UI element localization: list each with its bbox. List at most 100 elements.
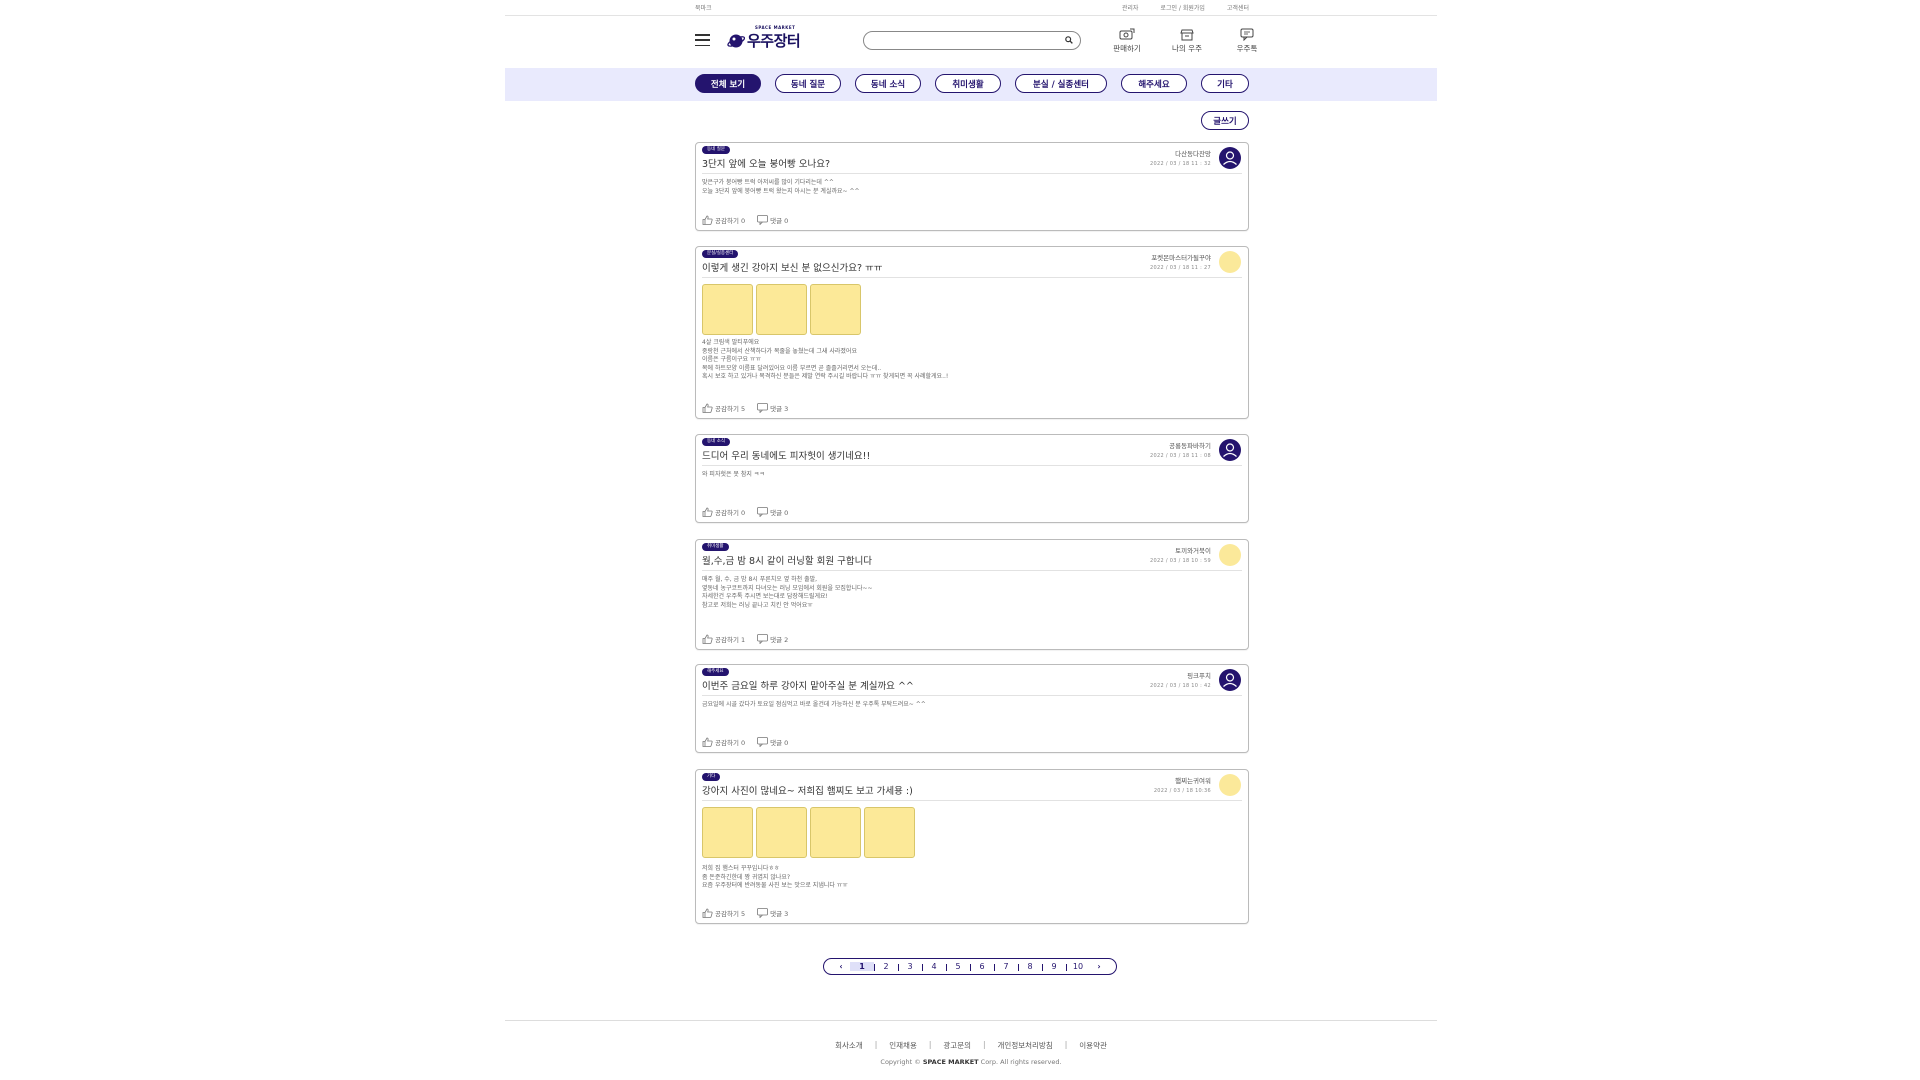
post-card[interactable]: 해주세요 이번주 금요일 하루 강아지 맡아주실 분 계실까요 ^^ 핑크푸치 2… bbox=[695, 664, 1249, 753]
post-author: 토끼와거북이 bbox=[1175, 547, 1211, 555]
prev-page-button[interactable]: ‹ bbox=[832, 962, 850, 971]
category-news[interactable]: 동네 소식 bbox=[855, 74, 921, 93]
thumbs-up-icon bbox=[702, 908, 713, 918]
post-image[interactable] bbox=[702, 284, 753, 335]
post-card[interactable]: 동네 질문 3단지 앞에 오늘 붕어빵 오나요? 다산동다잔망 2022 / 03… bbox=[695, 142, 1249, 231]
write-button[interactable]: 글쓰기 bbox=[1201, 111, 1249, 130]
comment-button[interactable]: 댓글 0 bbox=[757, 507, 788, 517]
post-date: 2022 / 03 / 18 11 : 27 bbox=[1150, 265, 1211, 271]
my-space-icon bbox=[1180, 29, 1194, 41]
category-requests[interactable]: 해주세요 bbox=[1121, 74, 1187, 93]
page: 북마크 관리자 로그인 / 회원가입 고객센터 SPACE MARKET 우주장… bbox=[505, 0, 1437, 1080]
menu-icon[interactable] bbox=[695, 34, 710, 46]
post-title[interactable]: 3단지 앞에 오늘 붕어빵 오나요? bbox=[702, 156, 830, 170]
post-title[interactable]: 월,수,금 밤 8시 같이 러닝할 회원 구합니다 bbox=[702, 553, 872, 567]
thumbs-up-icon bbox=[702, 507, 713, 517]
next-page-button[interactable]: › bbox=[1090, 962, 1108, 971]
comment-button[interactable]: 댓글 0 bbox=[757, 215, 788, 225]
like-button[interactable]: 공감하기 5 bbox=[702, 908, 745, 918]
footer-divider bbox=[505, 1020, 1437, 1021]
category-questions[interactable]: 동네 질문 bbox=[775, 74, 841, 93]
post-card[interactable]: 분실/실종센터 이렇게 생긴 강아지 보신 분 없으신가요? ㅠㅠ 포켓몬마스터… bbox=[695, 246, 1249, 419]
page-1[interactable]: 1 bbox=[850, 962, 874, 971]
comment-button[interactable]: 댓글 3 bbox=[757, 403, 788, 413]
utility-links: 관리자 로그인 / 회원가입 고객센터 bbox=[1122, 3, 1249, 12]
comment-count: 댓글 0 bbox=[770, 739, 789, 747]
post-title[interactable]: 드디어 우리 동네에도 피자헛이 생기네요!! bbox=[702, 448, 870, 462]
logo-title: 우주장터 bbox=[747, 32, 801, 50]
page-9[interactable]: 9 bbox=[1042, 962, 1066, 971]
thumbs-up-icon bbox=[702, 634, 713, 644]
page-7[interactable]: 7 bbox=[994, 962, 1018, 971]
my-space-label: 나의 우주 bbox=[1172, 44, 1202, 53]
post-image[interactable] bbox=[756, 284, 807, 335]
page-5[interactable]: 5 bbox=[946, 962, 970, 971]
search-box bbox=[863, 31, 1081, 52]
avatar bbox=[1219, 251, 1241, 273]
avatar bbox=[1219, 439, 1241, 461]
like-button[interactable]: 공감하기 5 bbox=[702, 403, 745, 413]
page-10[interactable]: 10 bbox=[1066, 962, 1090, 971]
post-body: 4살 크림색 말티푸에요 중랑천 근처에서 산책하다가 목줄을 놓쳤는데 그새 … bbox=[702, 339, 949, 380]
like-button[interactable]: 공감하기 0 bbox=[702, 215, 745, 225]
comment-button[interactable]: 댓글 3 bbox=[757, 908, 788, 918]
post-tag: 동네 소식 bbox=[702, 438, 730, 446]
like-count: 공감하기 0 bbox=[715, 739, 746, 747]
footer-link-careers[interactable]: 인재채용 bbox=[889, 1040, 917, 1051]
category-etc[interactable]: 기타 bbox=[1201, 74, 1249, 93]
page-3[interactable]: 3 bbox=[898, 962, 922, 971]
post-author: 공룡동파바하기 bbox=[1169, 442, 1211, 450]
category-all[interactable]: 전체 보기 bbox=[695, 74, 761, 93]
like-count: 공감하기 0 bbox=[715, 509, 746, 517]
post-image[interactable] bbox=[810, 284, 861, 335]
comment-button[interactable]: 댓글 0 bbox=[757, 737, 788, 747]
page-2[interactable]: 2 bbox=[874, 962, 898, 971]
post-title[interactable]: 이렇게 생긴 강아지 보신 분 없으신가요? ㅠㅠ bbox=[702, 260, 882, 274]
comment-icon bbox=[757, 908, 769, 918]
footer-link-ads[interactable]: 광고문의 bbox=[943, 1040, 971, 1051]
avatar bbox=[1219, 774, 1241, 796]
logo[interactable]: SPACE MARKET 우주장터 bbox=[727, 25, 801, 51]
admin-link[interactable]: 관리자 bbox=[1122, 3, 1139, 12]
post-card[interactable]: 취미생활 월,수,금 밤 8시 같이 러닝할 회원 구합니다 토끼와거북이 202… bbox=[695, 539, 1249, 650]
my-space-button[interactable]: 나의 우주 bbox=[1157, 28, 1217, 54]
post-image[interactable] bbox=[702, 807, 753, 858]
search-icon[interactable] bbox=[1065, 36, 1073, 44]
post-body: 금요일에 시골 갔다가 토요일 점심먹고 바로 올건데 가능하신 분 우주톡 부… bbox=[702, 701, 926, 708]
page-8[interactable]: 8 bbox=[1018, 962, 1042, 971]
comment-icon bbox=[757, 737, 769, 747]
footer-link-privacy[interactable]: 개인정보처리방침 bbox=[998, 1040, 1053, 1051]
search-input[interactable] bbox=[874, 37, 1054, 52]
user-icon bbox=[1223, 151, 1237, 165]
post-date: 2022 / 03 / 18 11 : 08 bbox=[1150, 453, 1211, 459]
post-tag: 동네 질문 bbox=[702, 146, 730, 154]
thumbs-up-icon bbox=[702, 215, 713, 225]
like-button[interactable]: 공감하기 1 bbox=[702, 634, 745, 644]
bookmark-link[interactable]: 북마크 bbox=[695, 3, 712, 12]
footer-link-terms[interactable]: 이용약관 bbox=[1079, 1040, 1107, 1051]
post-image[interactable] bbox=[810, 807, 861, 858]
post-title[interactable]: 강아지 사진이 많네요~ 저희집 햄찌도 보고 가세용 :) bbox=[702, 783, 913, 797]
avatar bbox=[1219, 669, 1241, 691]
footer-link-about[interactable]: 회사소개 bbox=[835, 1040, 863, 1051]
category-lost-found[interactable]: 분실 / 실종센터 bbox=[1015, 74, 1107, 93]
post-author: 핑크푸치 bbox=[1187, 672, 1211, 680]
sell-button[interactable]: 판매하기 bbox=[1097, 28, 1157, 54]
category-hobby[interactable]: 취미생활 bbox=[935, 74, 1001, 93]
post-image[interactable] bbox=[756, 807, 807, 858]
page-6[interactable]: 6 bbox=[970, 962, 994, 971]
post-card[interactable]: 동네 소식 드디어 우리 동네에도 피자헛이 생기네요!! 공룡동파바하기 202… bbox=[695, 434, 1249, 523]
like-count: 공감하기 1 bbox=[715, 636, 746, 644]
post-card[interactable]: 기타 강아지 사진이 많네요~ 저희집 햄찌도 보고 가세용 :) 햄찌는귀여워… bbox=[695, 769, 1249, 924]
user-icon bbox=[1223, 443, 1237, 457]
page-4[interactable]: 4 bbox=[922, 962, 946, 971]
post-image[interactable] bbox=[864, 807, 915, 858]
customer-center-link[interactable]: 고객센터 bbox=[1227, 3, 1249, 12]
post-date: 2022 / 03 / 18 10:36 bbox=[1153, 788, 1211, 794]
like-button[interactable]: 공감하기 0 bbox=[702, 737, 745, 747]
login-signup-link[interactable]: 로그인 / 회원가입 bbox=[1160, 3, 1204, 12]
like-button[interactable]: 공감하기 0 bbox=[702, 507, 745, 517]
chat-button[interactable]: 우주톡 bbox=[1217, 28, 1277, 54]
post-title[interactable]: 이번주 금요일 하루 강아지 맡아주실 분 계실까요 ^^ bbox=[702, 678, 914, 692]
comment-button[interactable]: 댓글 2 bbox=[757, 634, 788, 644]
